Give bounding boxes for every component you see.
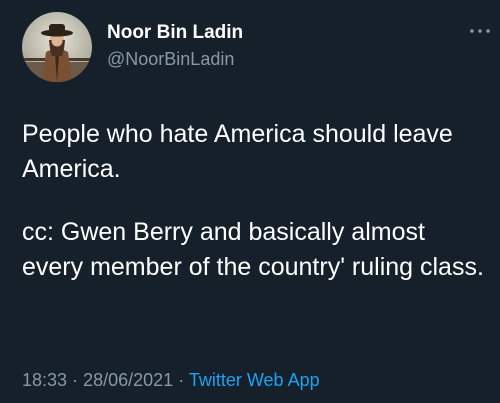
tweet-text-paragraph: People who hate America should leave Ame… xyxy=(22,120,453,183)
meta-separator: · xyxy=(178,370,185,390)
profile-photo xyxy=(22,12,92,82)
meta-separator: · xyxy=(72,370,79,390)
more-horizontal-icon[interactable] xyxy=(468,24,492,38)
tweet-text-paragraph: cc: Gwen Berry and basically almost ever… xyxy=(22,218,484,281)
tweet-source-link[interactable]: Twitter Web App xyxy=(189,370,320,390)
tweet-time[interactable]: 18:33 xyxy=(22,370,67,390)
user-handle[interactable]: @NoorBinLadin xyxy=(107,49,234,70)
display-name[interactable]: Noor Bin Ladin xyxy=(107,22,243,44)
tweet-date[interactable]: 28/06/2021 xyxy=(83,370,173,390)
tweet-meta: 18:33 · 28/06/2021 · Twitter Web App xyxy=(22,370,320,391)
tweet-card: Noor Bin Ladin @NoorBinLadin People who … xyxy=(0,0,500,403)
avatar[interactable] xyxy=(22,12,92,82)
